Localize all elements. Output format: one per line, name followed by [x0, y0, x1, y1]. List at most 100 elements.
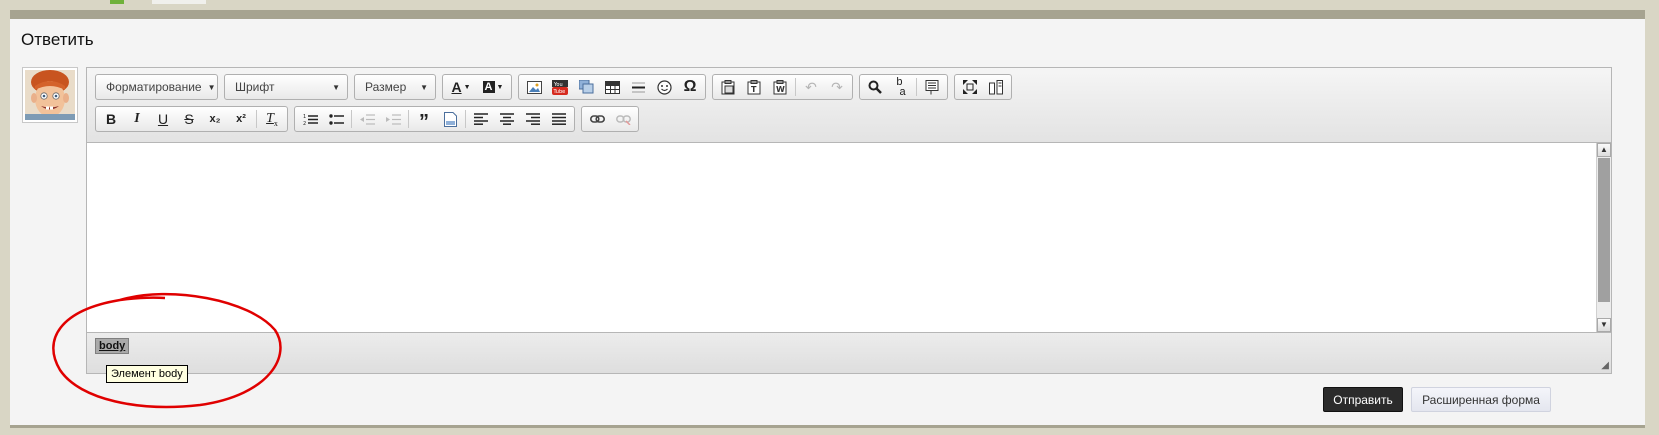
paste-icon [721, 79, 735, 94]
smiley-button[interactable] [651, 76, 677, 98]
paste-button[interactable] [715, 76, 741, 98]
svg-text:2: 2 [303, 121, 306, 126]
font-dropdown-label: Шрифт [235, 80, 275, 94]
strike-button[interactable]: S [176, 108, 202, 130]
link-button[interactable] [584, 108, 610, 130]
panel-header-bar [10, 10, 1645, 19]
align-left-icon [474, 113, 488, 125]
chevron-down-icon: ▼ [207, 82, 216, 92]
underline-icon: U [157, 111, 169, 127]
italic-button[interactable]: I [124, 108, 150, 130]
image-icon [526, 80, 542, 94]
paste-word-icon: W [773, 79, 787, 94]
numbered-list-button[interactable]: 12 [297, 108, 323, 130]
bold-button[interactable]: B [98, 108, 124, 130]
underline-button[interactable]: U [150, 108, 176, 130]
maximize-button[interactable] [957, 76, 983, 98]
flash-icon [578, 80, 593, 94]
links-group [581, 106, 639, 132]
outdent-icon [359, 113, 375, 125]
paste-word-button[interactable]: W [767, 76, 793, 98]
find-button[interactable] [862, 76, 888, 98]
font-dropdown[interactable]: Шрифт ▼ [224, 74, 348, 100]
editor-status-bar: body ◢ [87, 332, 1611, 373]
scroll-up-icon[interactable]: ▲ [1597, 143, 1611, 157]
align-left-button[interactable] [468, 108, 494, 130]
rich-text-editor: Форматирование ▼ Шрифт ▼ Размер ▼ A▼ A [86, 67, 1612, 374]
outdent-button[interactable] [354, 108, 380, 130]
replace-button[interactable]: b a [888, 76, 914, 98]
format-dropdown[interactable]: Форматирование ▼ [95, 74, 218, 100]
background-color-icon: A [482, 81, 495, 93]
basic-style-group: B I U S x₂ x² Tx [95, 106, 288, 132]
size-dropdown-label: Размер [365, 80, 407, 94]
paragraph-group: 12 ” [294, 106, 575, 132]
create-div-icon [443, 111, 457, 127]
remove-format-button[interactable]: Tx [259, 108, 285, 130]
table-icon [604, 80, 620, 94]
reply-panel: Ответить Форматирование ▼ Шрифт ▼ Размер… [10, 19, 1645, 428]
flash-button[interactable] [573, 76, 599, 98]
page-margin [1645, 10, 1659, 435]
source-button[interactable] [983, 76, 1009, 98]
undo-icon: ↶ [805, 78, 817, 95]
image-button[interactable] [521, 76, 547, 98]
blockquote-button[interactable]: ” [411, 108, 437, 133]
bulleted-list-button[interactable] [323, 108, 349, 130]
svg-text:1: 1 [303, 114, 306, 120]
view-group [954, 74, 1012, 100]
submit-button[interactable]: Отправить [1323, 387, 1403, 412]
justify-icon [552, 113, 566, 125]
horizontal-line-button[interactable] [625, 76, 651, 98]
text-color-button[interactable]: A ▼ [445, 76, 477, 98]
replace-icon: b a [896, 76, 906, 98]
indent-button[interactable] [380, 108, 406, 130]
create-div-button[interactable] [437, 108, 463, 130]
special-char-button[interactable]: Ω [677, 76, 703, 98]
size-dropdown[interactable]: Размер ▼ [354, 74, 436, 100]
toolbar-row-1: Форматирование ▼ Шрифт ▼ Размер ▼ A▼ A [95, 74, 1018, 100]
source-icon [989, 79, 1003, 94]
youtube-button[interactable]: You Tube [547, 76, 573, 98]
paste-text-button[interactable]: T [741, 76, 767, 98]
resize-handle-icon[interactable]: ◢ [1601, 360, 1609, 371]
superscript-icon: x² [236, 113, 246, 125]
youtube-icon: YouTube [552, 79, 568, 95]
link-icon [589, 115, 605, 123]
redo-button[interactable]: ↷ [824, 76, 850, 98]
select-all-icon [925, 79, 939, 94]
background-color-button[interactable]: A ▼ [477, 76, 509, 98]
separator [351, 110, 352, 128]
blockquote-icon: ” [419, 111, 429, 133]
align-right-button[interactable] [520, 108, 546, 130]
align-center-button[interactable] [494, 108, 520, 130]
justify-button[interactable] [546, 108, 572, 130]
color-group: A ▼ A ▼ [442, 74, 512, 100]
search-group: b a [859, 74, 948, 100]
scrollbar-thumb[interactable] [1598, 158, 1610, 302]
subscript-button[interactable]: x₂ [202, 108, 228, 130]
tooltip: Элемент body [106, 365, 188, 383]
avatar [22, 67, 78, 123]
remove-format-icon: Tx [266, 110, 278, 128]
insert-group: You Tube Ω [518, 74, 706, 100]
toolbar-row-2: B I U S x₂ x² Tx 12 ” [95, 106, 645, 132]
table-button[interactable] [599, 76, 625, 98]
advanced-form-button[interactable]: Расширенная форма [1411, 387, 1551, 412]
bold-icon: B [105, 111, 117, 127]
align-center-icon [500, 113, 514, 125]
clipboard-group: T W ↶ ↷ [712, 74, 853, 100]
editor-content-area[interactable]: ▲ ▼ [87, 143, 1611, 332]
svg-text:T: T [751, 85, 757, 94]
indent-icon [385, 113, 401, 125]
smiley-icon [656, 79, 672, 95]
element-path-body[interactable]: body [95, 338, 130, 354]
unlink-button[interactable] [610, 108, 636, 130]
scroll-down-icon[interactable]: ▼ [1597, 318, 1611, 332]
special-char-icon: Ω [683, 78, 697, 95]
separator [465, 110, 466, 128]
undo-button[interactable]: ↶ [798, 76, 824, 98]
vertical-scrollbar[interactable]: ▲ ▼ [1596, 143, 1611, 332]
superscript-button[interactable]: x² [228, 108, 254, 130]
select-all-button[interactable] [919, 76, 945, 98]
